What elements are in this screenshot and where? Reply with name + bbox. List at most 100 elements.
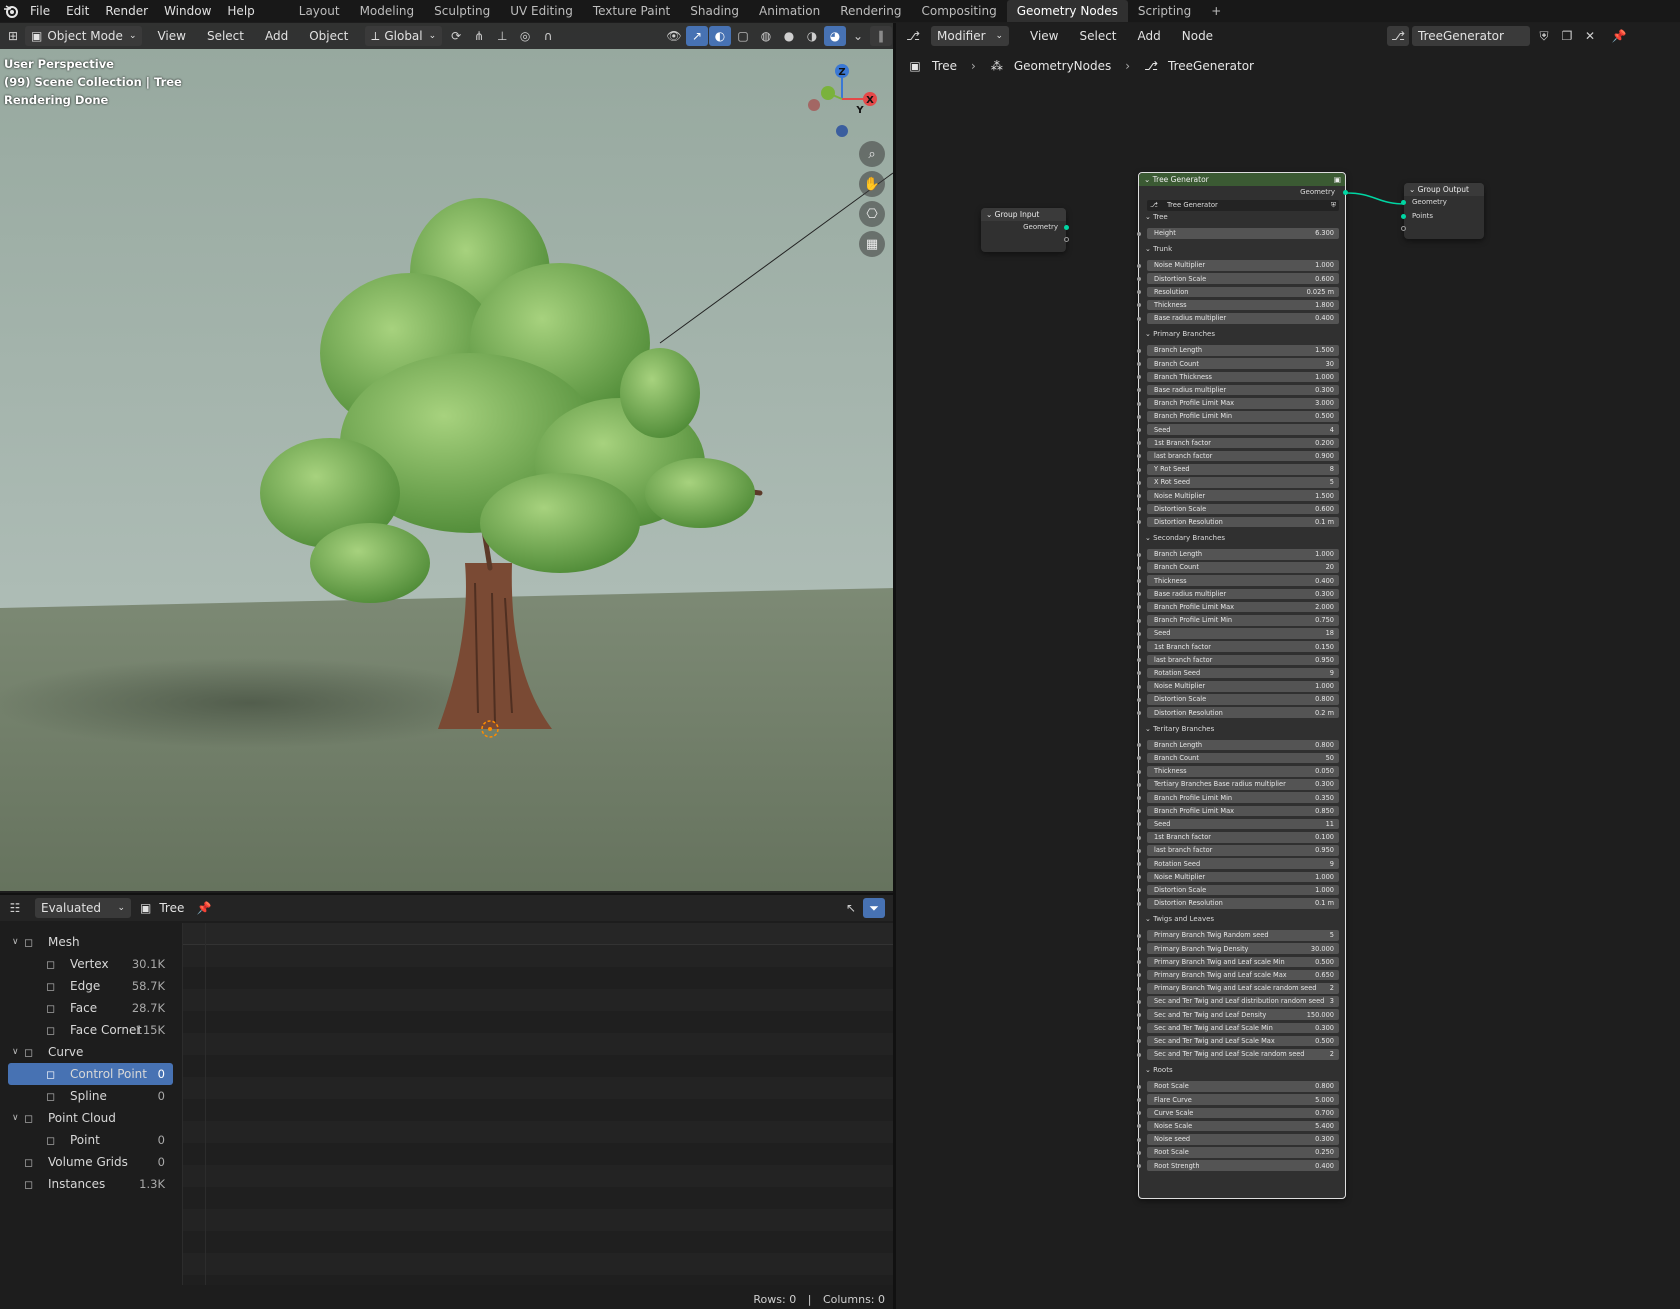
input-socket[interactable] [1137, 401, 1141, 406]
tree-item-vertex[interactable]: ◻ Vertex 30.1K [8, 953, 173, 975]
tree-item-volume-grids[interactable]: ◻ Volume Grids 0 [8, 1151, 173, 1173]
panel-secondary-branches[interactable]: ⌄ Secondary Branches [1145, 534, 1225, 542]
blender-logo-icon[interactable] [0, 0, 22, 22]
add-workspace-button[interactable]: + [1201, 0, 1231, 22]
viewport-menu-add[interactable]: Add [259, 26, 294, 46]
field-1st-branch-factor[interactable]: 1st Branch factor 0.200 [1147, 437, 1339, 449]
tab-shading[interactable]: Shading [680, 0, 749, 22]
pan-hand-icon[interactable]: ✋ [859, 171, 885, 197]
node-menu-view[interactable]: View [1024, 26, 1064, 46]
field-noise-multiplier[interactable]: Noise Multiplier 1.000 [1147, 681, 1339, 692]
breadcrumb-node-group[interactable]: TreeGenerator [1168, 59, 1254, 73]
input-socket[interactable] [1137, 888, 1141, 893]
input-socket[interactable] [1137, 1163, 1141, 1168]
input-socket[interactable] [1137, 414, 1141, 419]
field-branch-thickness[interactable]: Branch Thickness 1.000 [1147, 371, 1339, 383]
node-editor[interactable]: ⎇ Modifier ⌄ View Select Add Node ⎇ TreeGene… [896, 23, 1680, 1309]
input-socket[interactable] [1137, 769, 1141, 774]
input-socket[interactable] [1137, 861, 1141, 866]
input-socket[interactable] [1137, 290, 1141, 295]
field-last-branch-factor[interactable]: last branch factor 0.950 [1147, 845, 1339, 856]
group-input-node[interactable]: ⌄ Group Input Geometry [981, 208, 1069, 252]
field-distortion-resolution[interactable]: Distortion Resolution 0.1 m [1147, 898, 1339, 909]
field-noise-scale[interactable]: Noise Scale 5.400 [1147, 1120, 1339, 1132]
input-socket[interactable] [1137, 1137, 1141, 1142]
input-socket[interactable] [1137, 822, 1141, 827]
tree-item-mesh[interactable]: ∨ ◻ Mesh [8, 931, 173, 953]
input-socket[interactable] [1137, 578, 1141, 583]
tree-item-curve[interactable]: ∨ ◻ Curve [8, 1041, 173, 1063]
field-thickness[interactable]: Thickness 0.400 [1147, 575, 1339, 586]
field-noise-seed[interactable]: Noise seed 0.300 [1147, 1134, 1339, 1145]
snap-target-icon[interactable]: ⊥ [491, 26, 513, 46]
filter-icon[interactable]: ⏷ [863, 898, 885, 918]
input-socket[interactable] [1137, 809, 1141, 814]
tree-item-face-corner[interactable]: ◻ Face Corner 115K [8, 1019, 173, 1041]
input-socket[interactable] [1137, 231, 1141, 236]
field-noise-multiplier[interactable]: Noise Multiplier 1.000 [1147, 260, 1339, 271]
input-socket[interactable] [1137, 467, 1141, 472]
falloff-icon[interactable]: ∩ [537, 26, 559, 46]
input-socket[interactable] [1137, 875, 1141, 880]
zoom-icon[interactable]: ⌕ [859, 141, 885, 167]
field-root-scale[interactable]: Root Scale 0.800 [1147, 1081, 1339, 1092]
input-socket[interactable] [1137, 493, 1141, 498]
field-branch-count[interactable]: Branch Count 30 [1147, 358, 1339, 369]
tree-item-spline[interactable]: ◻ Spline 0 [8, 1085, 173, 1107]
rendered-shading-icon[interactable]: ◕ [824, 26, 846, 46]
shading-options-icon[interactable]: ⌄ [847, 26, 869, 46]
field-flare-curve[interactable]: Flare Curve 5.000 [1147, 1094, 1339, 1105]
input-socket[interactable] [1137, 605, 1141, 610]
input-socket[interactable] [1137, 592, 1141, 597]
tree-item-instances[interactable]: ◻ Instances 1.3K [8, 1173, 173, 1195]
input-socket[interactable] [1137, 1150, 1141, 1155]
input-socket[interactable] [1137, 1012, 1141, 1017]
input-socket[interactable] [1137, 361, 1141, 366]
panel-teritary-branches[interactable]: ⌄ Teritary Branches [1145, 725, 1214, 733]
panel-primary-branches[interactable]: ⌄ Primary Branches [1145, 330, 1215, 338]
spreadsheet-editor-icon[interactable]: ☷ [4, 898, 26, 918]
input-socket[interactable] [1137, 1026, 1141, 1031]
navigation-gizmo[interactable]: Z X Y [800, 57, 884, 141]
input-socket[interactable] [1137, 480, 1141, 485]
editor-type-icon[interactable]: ⊞ [2, 26, 24, 46]
tab-animation[interactable]: Animation [749, 0, 830, 22]
pause-render-icon[interactable]: ∥ [870, 26, 892, 46]
field-branch-length[interactable]: Branch Length 0.800 [1147, 739, 1339, 751]
field-seed[interactable]: Seed 18 [1147, 628, 1339, 639]
evaluation-select[interactable]: Evaluated ⌄ [35, 898, 131, 918]
input-socket[interactable] [1137, 986, 1141, 991]
panel-twigs-and-leaves[interactable]: ⌄ Twigs and Leaves [1145, 915, 1214, 923]
field-branch-length[interactable]: Branch Length 1.500 [1147, 345, 1339, 356]
input-socket[interactable] [1137, 1124, 1141, 1129]
tab-layout[interactable]: Layout [289, 0, 350, 22]
input-socket[interactable] [1137, 454, 1141, 459]
geometry-input-socket[interactable] [1401, 200, 1406, 205]
input-socket[interactable] [1137, 960, 1141, 965]
field-sec-and-ter-twig-and-leaf-scale-max[interactable]: Sec and Ter Twig and Leaf Scale Max 0.500 [1147, 1035, 1339, 1047]
mode-select[interactable]: ▣ Object Mode ⌄ [25, 26, 143, 46]
field-noise-multiplier[interactable]: Noise Multiplier 1.500 [1147, 490, 1339, 501]
panel-tree[interactable]: ⌄ Tree [1145, 213, 1168, 221]
node-group-browse-icon[interactable]: ⎇ [1387, 26, 1409, 46]
menu-help[interactable]: Help [219, 0, 262, 22]
menu-file[interactable]: File [22, 0, 58, 22]
pin-icon[interactable]: 📌 [1608, 26, 1630, 46]
input-socket[interactable] [1137, 743, 1141, 748]
input-socket[interactable] [1137, 848, 1141, 853]
solid-shading-icon[interactable]: ● [778, 26, 800, 46]
input-socket[interactable] [1137, 427, 1141, 432]
tree-item-control-point[interactable]: ◻ Control Point 0 [8, 1063, 173, 1085]
field-distortion-resolution[interactable]: Distortion Resolution 0.2 m [1147, 707, 1339, 718]
material-shading-icon[interactable]: ◑ [801, 26, 823, 46]
input-socket[interactable] [1137, 1111, 1141, 1116]
virtual-input-socket[interactable] [1401, 226, 1406, 231]
input-socket[interactable] [1137, 303, 1141, 308]
field-curve-scale[interactable]: Curve Scale 0.700 [1147, 1107, 1339, 1119]
tree-generator-node[interactable]: ⌄ Tree Generator ▣ Geometry ⎇ Tree Gener… [1137, 172, 1348, 1199]
field-branch-profile-limit-min[interactable]: Branch Profile Limit Min 0.500 [1147, 411, 1339, 422]
gizmo-icon[interactable]: ↗ [686, 26, 708, 46]
field-branch-profile-limit-min[interactable]: Branch Profile Limit Min 0.350 [1147, 792, 1339, 803]
input-socket[interactable] [1137, 1097, 1141, 1102]
duplicate-icon[interactable]: ❐ [1556, 26, 1578, 46]
